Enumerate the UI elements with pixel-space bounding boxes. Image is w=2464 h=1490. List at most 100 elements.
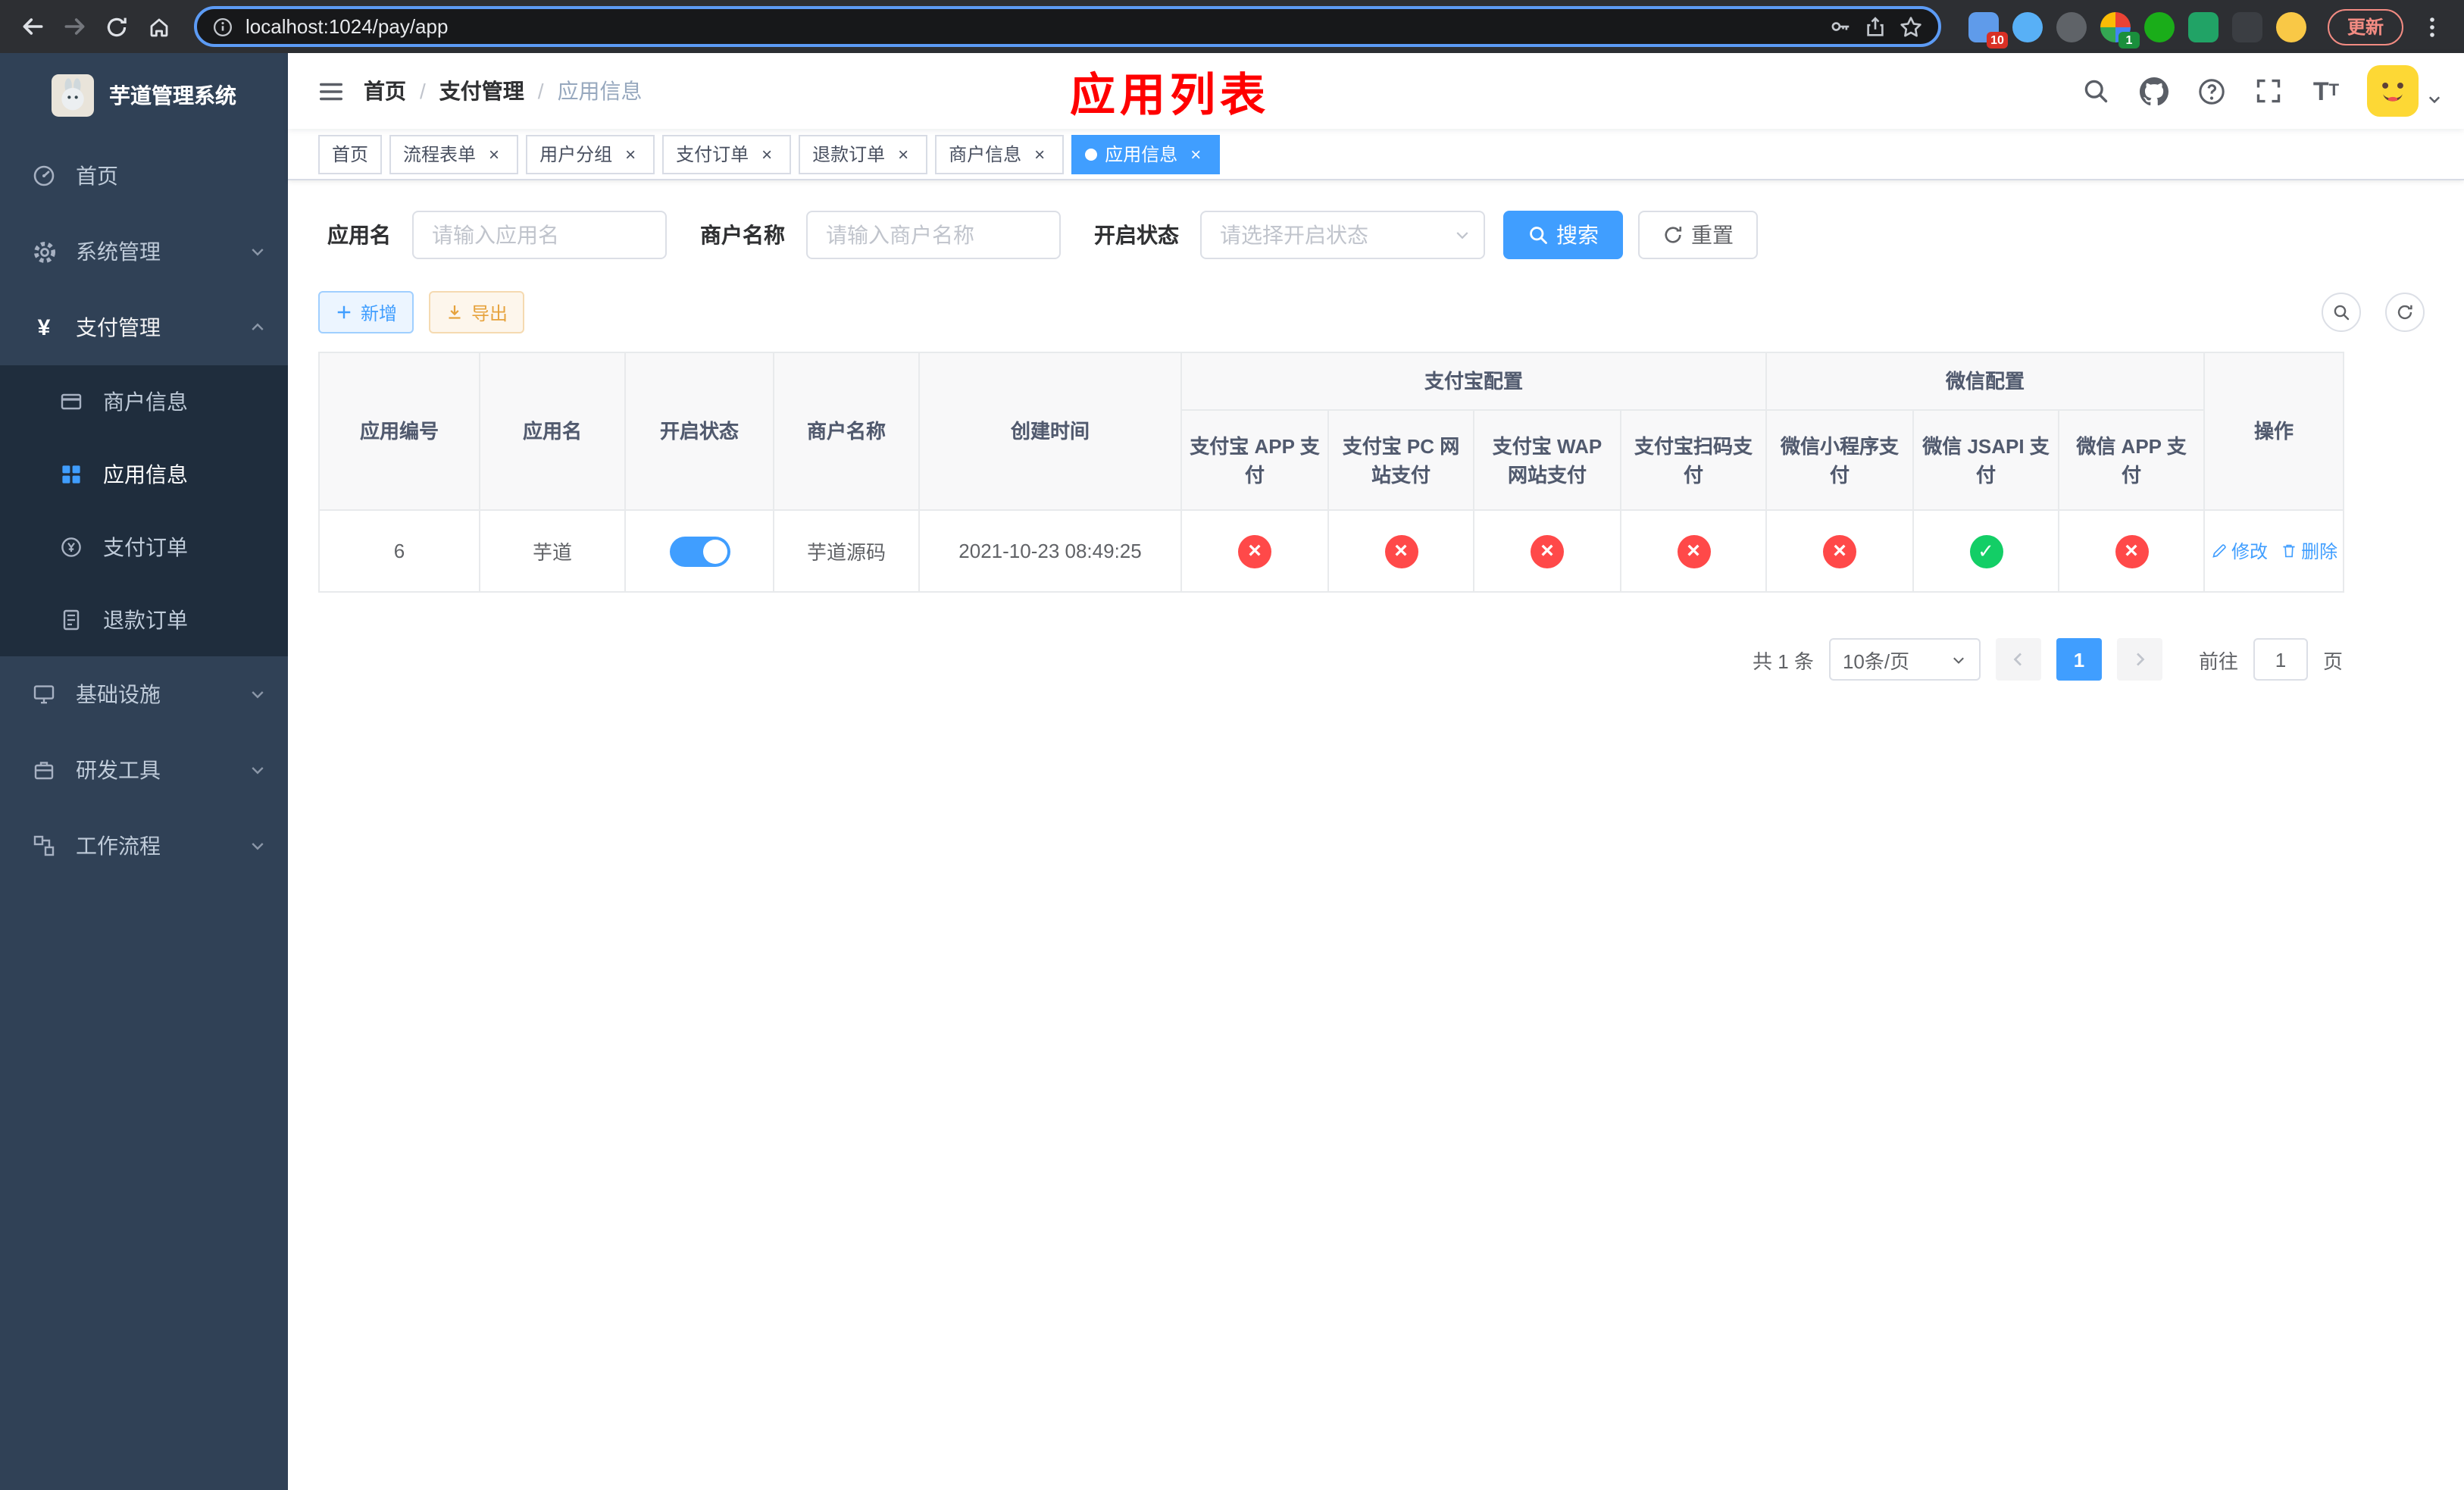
sidebar-logo-row[interactable]: 芋道管理系统 — [0, 53, 288, 138]
sidebar-item-system[interactable]: 系统管理 — [0, 214, 288, 290]
page-size-select[interactable]: 10条/页 — [1828, 638, 1981, 681]
sidebar-item-home[interactable]: 首页 — [0, 138, 288, 214]
share-icon[interactable] — [1864, 15, 1887, 38]
sidebar-item-infrastructure[interactable]: 基础设施 — [0, 656, 288, 732]
merchant-name-input[interactable] — [806, 211, 1061, 259]
active-dot — [1085, 148, 1098, 160]
extension-icon-7[interactable] — [2231, 11, 2262, 42]
tab-home[interactable]: 首页 — [318, 134, 383, 174]
close-icon[interactable]: × — [756, 143, 777, 164]
search-button[interactable]: 搜索 — [1503, 211, 1623, 259]
breadcrumb-payment[interactable]: 支付管理 — [439, 76, 524, 106]
app-name-label: 应用名 — [327, 223, 391, 247]
close-icon[interactable]: × — [1185, 143, 1206, 164]
add-button[interactable]: 新增 — [318, 291, 414, 333]
app-name-input[interactable] — [412, 211, 667, 259]
page-1-button[interactable]: 1 — [2056, 638, 2102, 681]
sidebar-item-refund-order[interactable]: 退款订单 — [0, 584, 288, 656]
tab-pay-order[interactable]: 支付订单 × — [662, 134, 792, 174]
goto-page-input[interactable] — [2253, 638, 2308, 681]
fullscreen-icon[interactable] — [2252, 74, 2285, 108]
sidebar-item-app-info[interactable]: 应用信息 — [0, 438, 288, 511]
export-button[interactable]: 导出 — [429, 291, 525, 333]
cell-app-id: 6 — [318, 509, 480, 593]
next-page-button[interactable] — [2116, 638, 2162, 681]
github-icon[interactable] — [2137, 74, 2170, 108]
font-size-icon[interactable]: TT — [2309, 74, 2343, 108]
chevron-down-icon — [249, 837, 267, 855]
sidebar-item-label: 首页 — [76, 164, 118, 188]
user-menu[interactable] — [2367, 65, 2443, 117]
sidebar-item-label: 工作流程 — [76, 834, 161, 858]
extension-icon-2[interactable] — [2012, 11, 2043, 42]
refresh-button[interactable] — [2385, 293, 2425, 332]
tab-refund-order[interactable]: 退款订单 × — [799, 134, 928, 174]
navbar: 首页 / 支付管理 / 应用信息 应用列表 T T — [288, 53, 2464, 129]
forward-button[interactable] — [55, 7, 94, 46]
sidebar-item-label: 支付管理 — [76, 315, 161, 340]
site-info-icon[interactable] — [212, 16, 233, 37]
col-app-id: 应用编号 — [318, 352, 480, 511]
caret-down-icon — [2426, 90, 2443, 107]
status-select[interactable]: 请选择开启状态 — [1200, 211, 1485, 259]
toggle-search-button[interactable] — [2322, 293, 2361, 332]
sidebar-item-label: 研发工具 — [76, 758, 161, 782]
password-key-icon[interactable] — [1829, 15, 1852, 38]
sidebar-item-payment[interactable]: ¥ 支付管理 — [0, 290, 288, 365]
sidebar-item-devtools[interactable]: 研发工具 — [0, 732, 288, 808]
sidebar-item-merchant-info[interactable]: 商户信息 — [0, 365, 288, 438]
extension-icon-5[interactable] — [2143, 11, 2175, 42]
status-toggle[interactable] — [669, 536, 730, 566]
home-button[interactable] — [139, 7, 179, 46]
tab-label: 退款订单 — [812, 144, 886, 165]
col-app-name: 应用名 — [479, 352, 626, 511]
close-icon[interactable]: × — [1029, 143, 1050, 164]
reload-button[interactable] — [97, 7, 136, 46]
tab-flow-form[interactable]: 流程表单 × — [389, 134, 519, 174]
address-bar[interactable]: localhost:1024/pay/app — [194, 6, 1941, 47]
col-merchant: 商户名称 — [773, 352, 920, 511]
browser-menu-icon[interactable] — [2412, 7, 2452, 46]
extension-icon-8[interactable] — [2275, 11, 2306, 42]
tab-user-group[interactable]: 用户分组 × — [526, 134, 655, 174]
search-icon[interactable] — [2079, 74, 2112, 108]
tab-merchant-info[interactable]: 商户信息 × — [935, 134, 1065, 174]
extension-icon-6[interactable] — [2187, 11, 2219, 42]
app-window: 芋道管理系统 首页 系统管理 ¥ 支付管理 商户信息 应用信息 支付订单 退款订… — [0, 53, 2464, 1490]
app-title: 芋道管理系统 — [109, 83, 236, 108]
extension-icon-1[interactable]: 10 — [1968, 11, 2008, 48]
toolbox-icon — [30, 756, 58, 784]
row-actions: 修改 删除 — [2206, 538, 2342, 564]
prev-page-button[interactable] — [1995, 638, 2041, 681]
col-wx-app: 微信 APP 支付 — [2058, 409, 2206, 511]
sidebar: 芋道管理系统 首页 系统管理 ¥ 支付管理 商户信息 应用信息 支付订单 退款订… — [0, 53, 288, 1490]
sidebar-item-label: 支付订单 — [103, 535, 188, 559]
page-unit-label: 页 — [2322, 650, 2343, 672]
table-toolbar: 新增 导出 — [318, 291, 2434, 333]
tab-label: 流程表单 — [403, 144, 477, 165]
main-area: 首页 / 支付管理 / 应用信息 应用列表 T T 首页 流程表单 × 用户分组… — [288, 53, 2464, 1490]
screen: localhost:1024/pay/app 10 1 更新 芋道管理系统 首页… — [0, 0, 2464, 1490]
table-row: 6 芋道 芋道源码 2021-10-23 08:49:25 × × × × × … — [318, 509, 2345, 593]
sidebar-item-workflow[interactable]: 工作流程 — [0, 808, 288, 884]
edit-button[interactable]: 修改 — [2210, 538, 2268, 564]
tab-app-info[interactable]: 应用信息 × — [1071, 134, 1221, 174]
breadcrumb-home[interactable]: 首页 — [364, 76, 406, 106]
reset-button[interactable]: 重置 — [1638, 211, 1758, 259]
extension-icon-3[interactable] — [2056, 11, 2087, 42]
back-button[interactable] — [12, 7, 52, 46]
sidebar-item-label: 应用信息 — [103, 462, 188, 487]
close-icon[interactable]: × — [620, 143, 641, 164]
delete-button[interactable]: 删除 — [2280, 538, 2337, 564]
browser-update-button[interactable]: 更新 — [2327, 8, 2403, 45]
sidebar-item-pay-order[interactable]: 支付订单 — [0, 511, 288, 584]
cell-created: 2021-10-23 08:49:25 — [918, 509, 1182, 593]
close-icon[interactable]: × — [893, 143, 914, 164]
extension-icon-4[interactable]: 1 — [2100, 11, 2140, 48]
help-icon[interactable] — [2194, 74, 2228, 108]
hamburger-icon[interactable] — [303, 64, 358, 118]
bookmark-star-icon[interactable] — [1899, 14, 1923, 39]
close-icon[interactable]: × — [483, 143, 505, 164]
col-created: 创建时间 — [918, 352, 1182, 511]
sidebar-item-label: 系统管理 — [76, 239, 161, 264]
